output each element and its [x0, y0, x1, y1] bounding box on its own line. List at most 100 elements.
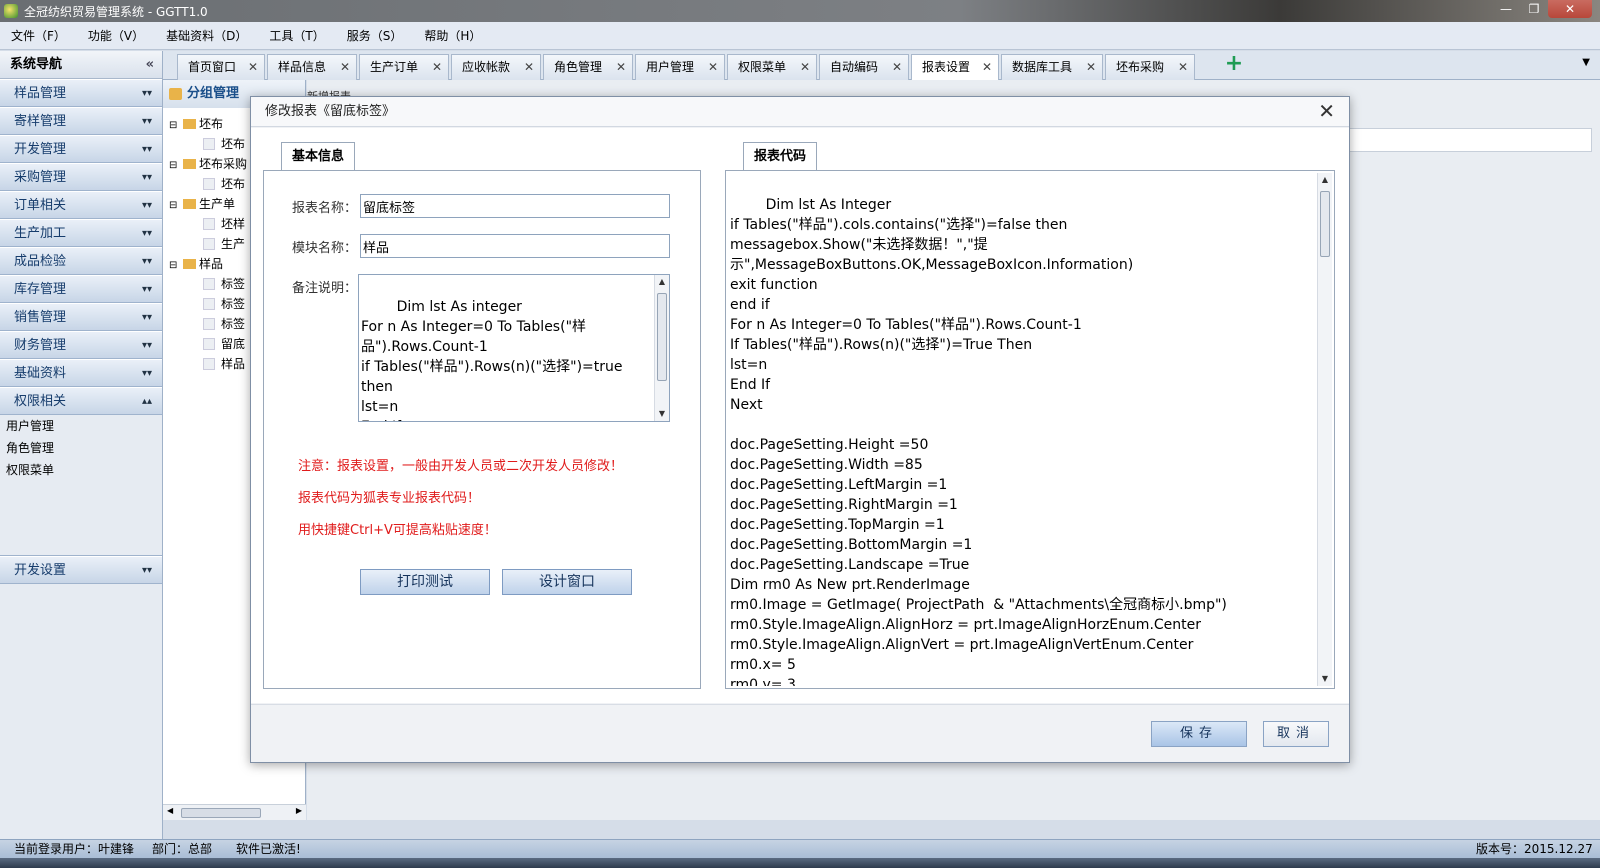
- nav-section-production[interactable]: 生产加工 ▾▾: [0, 219, 162, 247]
- tab-report-code[interactable]: 报表代码: [743, 142, 818, 170]
- menu-tools[interactable]: 工具（T）: [258, 22, 335, 50]
- design-window-button[interactable]: 设计窗口: [502, 569, 632, 595]
- status-activation: 软件已激活!: [236, 842, 301, 856]
- save-button[interactable]: 保存: [1151, 721, 1247, 747]
- nav-section-permissions[interactable]: 权限相关 ▴▴: [0, 387, 162, 415]
- nav-section-dev-settings[interactable]: 开发设置 ▾▾: [0, 556, 162, 584]
- module-name-input[interactable]: [360, 234, 670, 258]
- tree-node-label: 坯布: [221, 137, 246, 151]
- tab-label: 坯布采购: [1116, 60, 1165, 74]
- tab-receivables[interactable]: 应收帐款 ✕: [451, 54, 541, 80]
- report-name-input[interactable]: [360, 194, 670, 218]
- nav-section-orders[interactable]: 订单相关 ▾▾: [0, 191, 162, 219]
- tab-role-management[interactable]: 角色管理 ✕: [543, 54, 633, 80]
- report-file-icon: [203, 298, 215, 310]
- add-tab-icon[interactable]: +: [1223, 53, 1245, 76]
- tab-label: 自动编码: [830, 60, 879, 74]
- tab-report-settings[interactable]: 报表设置 ✕: [911, 54, 999, 80]
- nav-section-sales[interactable]: 销售管理 ▾▾: [0, 303, 162, 331]
- tab-list-dropdown-icon[interactable]: ▼: [1582, 57, 1590, 68]
- scrollbar-thumb[interactable]: [1320, 191, 1330, 257]
- nav-section-inspection[interactable]: 成品检验 ▾▾: [0, 247, 162, 275]
- tab-home[interactable]: 首页窗口 ✕: [177, 54, 265, 80]
- report-file-icon: [203, 278, 215, 290]
- menu-help[interactable]: 帮助（H）: [413, 22, 492, 50]
- close-icon[interactable]: ✕: [248, 55, 258, 79]
- tab-greige-purchase[interactable]: 坯布采购 ✕: [1105, 54, 1195, 80]
- tab-sample-info[interactable]: 样品信息 ✕: [267, 54, 357, 80]
- scroll-right-icon[interactable]: ▶: [296, 806, 302, 815]
- status-version: 版本号：2015.12.27: [1476, 842, 1593, 856]
- close-icon[interactable]: ✕: [800, 55, 810, 79]
- scroll-down-icon[interactable]: ▼: [655, 407, 669, 421]
- tab-production-order[interactable]: 生产订单 ✕: [359, 54, 449, 80]
- close-icon[interactable]: ✕: [708, 55, 718, 79]
- nav-section-sample[interactable]: 样品管理 ▾▾: [0, 79, 162, 107]
- scrollbar-thumb[interactable]: [181, 808, 261, 818]
- os-taskbar: [0, 858, 1600, 868]
- scroll-up-icon[interactable]: ▲: [1318, 173, 1332, 187]
- tab-label: 生产订单: [370, 60, 419, 74]
- tab-auto-code[interactable]: 自动编码 ✕: [819, 54, 909, 80]
- tab-permission-menu[interactable]: 权限菜单 ✕: [727, 54, 817, 80]
- chevron-down-icon: ▾▾: [141, 116, 152, 127]
- nav-section-label: 销售管理: [14, 310, 67, 325]
- folder-icon: [183, 199, 196, 209]
- cancel-button[interactable]: 取消: [1263, 721, 1329, 747]
- nav-section-label: 权限相关: [14, 394, 67, 409]
- tab-label: 应收帐款: [462, 60, 511, 74]
- tab-database-tools[interactable]: 数据库工具 ✕: [1001, 54, 1103, 80]
- tree-node-label: 坯样: [221, 217, 246, 231]
- nav-section-development[interactable]: 开发管理 ▾▾: [0, 135, 162, 163]
- report-code-editor[interactable]: Dim lst As Integer if Tables("样品").cols.…: [728, 173, 1332, 686]
- nav-section-basic-data[interactable]: 基础资料 ▾▾: [0, 359, 162, 387]
- nav-section-label: 订单相关: [14, 198, 67, 213]
- nav-item-user-management[interactable]: 用户管理: [0, 415, 162, 437]
- scroll-down-icon[interactable]: ▼: [1318, 672, 1332, 686]
- tab-label: 数据库工具: [1012, 60, 1073, 74]
- remark-vertical-scrollbar[interactable]: ▲ ▼: [654, 275, 669, 421]
- nav-section-purchase[interactable]: 采购管理 ▾▾: [0, 163, 162, 191]
- close-icon[interactable]: ✕: [1178, 55, 1188, 79]
- scroll-left-icon[interactable]: ◀: [167, 806, 173, 815]
- scroll-up-icon[interactable]: ▲: [655, 275, 669, 289]
- close-icon[interactable]: ✕: [982, 55, 992, 79]
- menu-basic-data[interactable]: 基础资料（D）: [155, 22, 258, 50]
- collapse-nav-icon[interactable]: «: [146, 51, 154, 79]
- close-icon[interactable]: ✕: [340, 55, 350, 79]
- tree-node-label: 样品: [221, 357, 246, 371]
- chevron-down-icon: ▾▾: [141, 256, 152, 267]
- group-panel-title-label: 分组管理: [187, 86, 240, 101]
- nav-item-role-management[interactable]: 角色管理: [0, 437, 162, 459]
- close-icon[interactable]: ✕: [432, 55, 442, 79]
- menu-function[interactable]: 功能（V）: [77, 22, 155, 50]
- menu-file[interactable]: 文件（F）: [0, 22, 77, 50]
- horizontal-scrollbar[interactable]: ◀ ▶: [163, 804, 306, 820]
- close-icon[interactable]: ✕: [1086, 55, 1096, 79]
- remark-textarea[interactable]: Dim lst As integer For n As Integer=0 To…: [358, 274, 670, 422]
- tree-node-label: 生产: [221, 237, 246, 251]
- nav-title: 系统导航 «: [0, 51, 162, 79]
- print-test-button[interactable]: 打印测试: [360, 569, 490, 595]
- tab-user-management[interactable]: 用户管理 ✕: [635, 54, 725, 80]
- close-icon[interactable]: ✕: [616, 55, 626, 79]
- dialog-close-icon[interactable]: ✕: [1318, 97, 1335, 125]
- tab-basic-info[interactable]: 基本信息: [281, 142, 356, 170]
- close-icon[interactable]: ✕: [892, 55, 902, 79]
- nav-section-send-sample[interactable]: 寄样管理 ▾▾: [0, 107, 162, 135]
- report-file-icon: [203, 178, 215, 190]
- minimize-button[interactable]: —: [1492, 0, 1520, 18]
- nav-item-permission-menu[interactable]: 权限菜单: [0, 459, 162, 481]
- chevron-down-icon: ▾▾: [141, 200, 152, 211]
- tab-label: 用户管理: [646, 60, 695, 74]
- scrollbar-thumb[interactable]: [657, 293, 667, 381]
- chevron-down-icon: ▾▾: [141, 144, 152, 155]
- close-icon[interactable]: ✕: [524, 55, 534, 79]
- nav-section-finance[interactable]: 财务管理 ▾▾: [0, 331, 162, 359]
- folder-icon: [183, 119, 196, 129]
- code-vertical-scrollbar[interactable]: ▲ ▼: [1317, 173, 1332, 686]
- menu-service[interactable]: 服务（S）: [336, 22, 414, 50]
- nav-section-inventory[interactable]: 库存管理 ▾▾: [0, 275, 162, 303]
- maximize-button[interactable]: ❐: [1520, 0, 1548, 18]
- window-close-button[interactable]: ✕: [1548, 0, 1592, 18]
